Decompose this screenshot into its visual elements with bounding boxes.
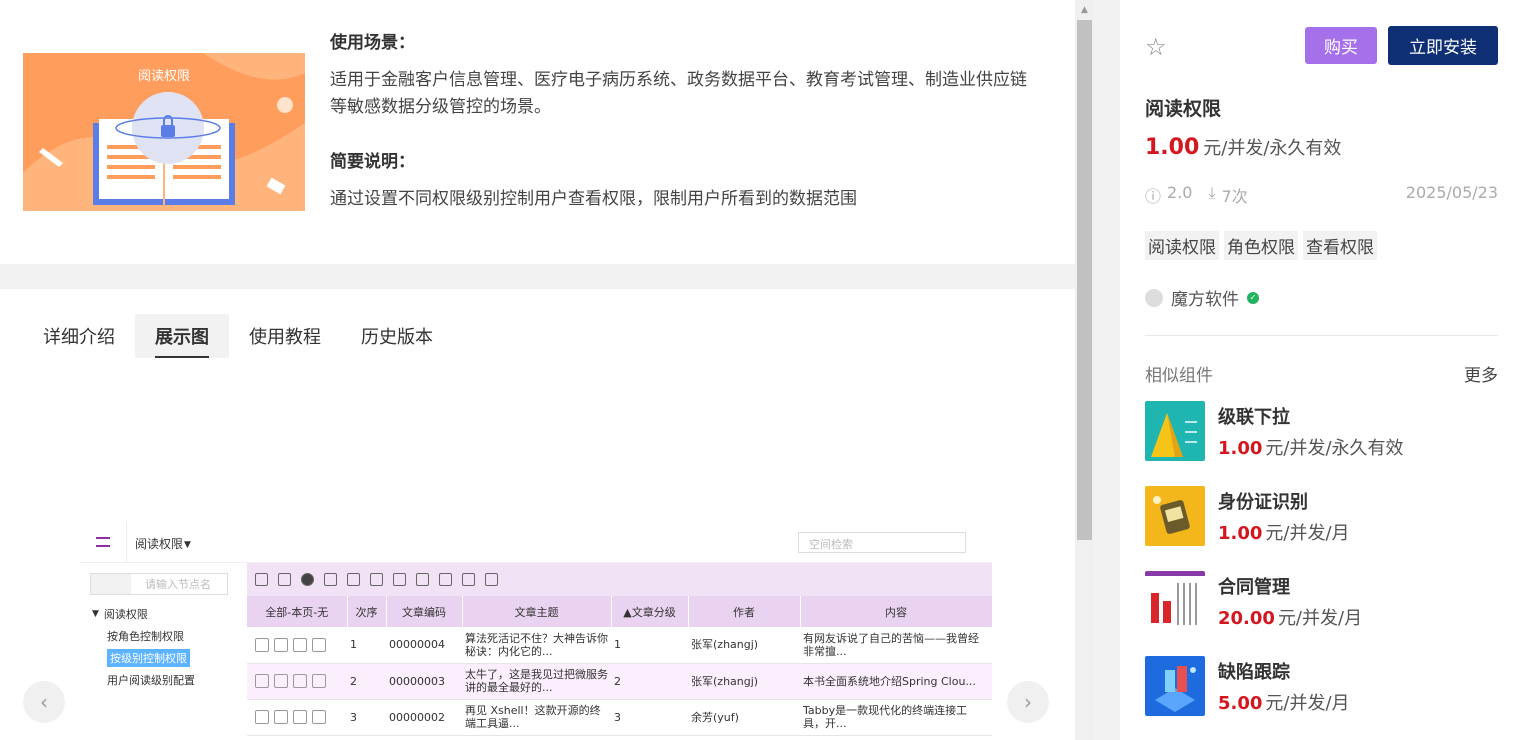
table-header: 全部-本页-无 次序 文章编码 文章主题 ▲文章分级 作者 内容 (247, 596, 992, 627)
scenario-text-line2: 等敏感数据分级管控的场景。 (330, 97, 551, 117)
prev-image-button[interactable]: ‹ (23, 681, 65, 723)
tag[interactable]: 角色权限 (1224, 231, 1298, 260)
version-info-icon: ⓘ (1145, 187, 1162, 206)
table-row: 1 00000004 算法死活记不住？大神告诉你秘诀：内化它的... 1 张军(zha… (247, 627, 992, 664)
similar-price: 1.00 元/并发/月 (1218, 523, 1350, 544)
tag[interactable]: 阅读权限 (1145, 231, 1219, 260)
similar-thumbnail (1145, 401, 1205, 461)
preview-menu-title: 阅读权限 (135, 537, 184, 551)
preview-topbar: 阅读权限 ▼ 空间检索 (80, 521, 992, 563)
divider (1145, 335, 1498, 336)
refresh-icon (255, 573, 268, 586)
publish-date: 2025/05/23 (1405, 183, 1498, 202)
tab-screenshots[interactable]: 展示图 (135, 314, 229, 358)
main-content: 阅读权限 使用场景： 适用于金融客户信息管理、医疗电子病历系统、政务数据平台、教… (0, 0, 1075, 740)
export-icon (439, 573, 452, 586)
similar-heading: 相似组件 (1145, 366, 1213, 386)
scrollbar[interactable]: ▲ (1075, 0, 1094, 740)
similar-header: 相似组件 更多 (1145, 361, 1498, 386)
similar-name: 级联下拉 (1218, 407, 1290, 428)
caret-down-icon: ▼ (184, 540, 191, 550)
similar-thumbnail (1145, 486, 1205, 546)
product-sidebar: ☆ 购买 立即安装 阅读权限 1.00 元/并发/永久有效 ⓘ 2.0 ⤓ 7次 … (1120, 0, 1523, 740)
tab-history[interactable]: 历史版本 (341, 314, 453, 358)
scenario-text-line1: 适用于金融客户信息管理、医疗电子病历系统、政务数据平台、教育考试管理、制造业供应… (330, 70, 1027, 90)
add-icon (301, 573, 314, 586)
favorite-star-icon[interactable]: ☆ (1145, 33, 1167, 61)
buy-button[interactable]: 购买 (1305, 27, 1377, 64)
preview-tree-panel: 请输入节点名 ▼ 阅读权限 按角色控制权限 按级别控制权限 用户阅读级别配置 (80, 563, 240, 740)
install-button[interactable]: 立即安装 (1388, 26, 1498, 65)
product-price: 1.00 元/并发/永久有效 (1145, 134, 1341, 160)
price-value: 1.00 (1145, 135, 1200, 160)
scroll-thumb[interactable] (1077, 20, 1092, 540)
similar-item[interactable]: 级联下拉 1.00 元/并发/永久有效 (1145, 401, 1498, 461)
similar-thumbnail (1145, 571, 1205, 631)
similar-price: 20.00 元/并发/月 (1218, 608, 1363, 629)
similar-item[interactable]: 缺陷跟踪 5.00 元/并发/月 (1145, 656, 1498, 716)
similar-name: 合同管理 (1218, 577, 1290, 598)
tree-search-placeholder: 请输入节点名 (145, 578, 211, 591)
preview-search-field: 空间检索 (798, 532, 966, 553)
download-icon: ⤓ (1208, 183, 1216, 202)
tree-node-config: 用户阅读级别配置 (107, 674, 195, 687)
doc-icon (324, 573, 337, 586)
author-name: 魔方软件 (1171, 290, 1239, 310)
tree-node-level: 按级别控制权限 (92, 647, 240, 669)
column-divider (1094, 0, 1120, 740)
version: 2.0 (1167, 183, 1193, 202)
brief-text: 通过设置不同权限级别控制用户查看权限，限制用户所看到的数据范围 (330, 189, 857, 209)
author[interactable]: 魔方软件 ✓ (1145, 285, 1259, 310)
cover-caption: 阅读权限 (138, 69, 191, 84)
chart-icon (416, 573, 429, 586)
tree-search: 请输入节点名 (90, 573, 228, 595)
download-count: 7次 (1221, 187, 1248, 206)
tree-node-root: ▼ 阅读权限 (92, 608, 148, 621)
section-divider (0, 264, 1075, 289)
preview-table-panel: 全部-本页-无 次序 文章编码 文章主题 ▲文章分级 作者 内容 1 00000004 算法… (247, 563, 992, 740)
similar-name: 缺陷跟踪 (1218, 662, 1290, 683)
detail-tabs: 详细介绍 展示图 使用教程 历史版本 (23, 314, 453, 358)
description: 使用场景： 适用于金融客户信息管理、医疗电子病历系统、政务数据平台、教育考试管理… (330, 28, 1060, 213)
chevron-right-icon: › (1024, 690, 1032, 714)
menu-icon (96, 537, 110, 547)
table-row: 3 00000002 再见 Xshell！这款开源的终端工具逼... 3 余芳(yuf… (247, 699, 992, 736)
fullscreen-icon (485, 573, 498, 586)
component-cover-image: 阅读权限 (23, 53, 305, 211)
preview-data-table: 全部-本页-无 次序 文章编码 文章主题 ▲文章分级 作者 内容 1 00000004 算法… (247, 596, 992, 736)
scroll-up-arrow-icon[interactable]: ▲ (1075, 0, 1094, 19)
product-meta: ⓘ 2.0 ⤓ 7次 2025/05/23 (1145, 183, 1498, 207)
more-link[interactable]: 更多 (1464, 361, 1498, 386)
price-unit: 元/并发/永久有效 (1203, 138, 1342, 159)
similar-name: 身份证识别 (1218, 492, 1308, 513)
brief-heading: 简要说明： (330, 152, 415, 172)
preview-screenshot: 阅读权限 ▼ 空间检索 请输入节点名 ▼ 阅读权限 按角色控制权限 按级别控制权限… (80, 521, 992, 740)
tag-list: 阅读权限 角色权限 查看权限 (1145, 231, 1377, 260)
import-icon (462, 573, 475, 586)
preview-toolbar (247, 563, 992, 596)
tab-details[interactable]: 详细介绍 (23, 314, 135, 358)
avatar (1145, 288, 1163, 307)
similar-item[interactable]: 身份证识别 1.00 元/并发/月 (1145, 486, 1498, 546)
chevron-left-icon: ‹ (40, 690, 48, 714)
tree-node-role: 按角色控制权限 (107, 630, 184, 643)
similar-item[interactable]: 合同管理 20.00 元/并发/月 (1145, 571, 1498, 631)
tag[interactable]: 查看权限 (1303, 231, 1377, 260)
next-image-button[interactable]: › (1007, 681, 1049, 723)
table-row: 2 00000003 太牛了，这是我见过把微服务讲的最全最好的... 2 张军(zha… (247, 663, 992, 700)
preview-search-placeholder: 空间检索 (809, 538, 853, 551)
scenario-heading: 使用场景： (330, 33, 415, 53)
similar-price: 1.00 元/并发/永久有效 (1218, 438, 1404, 459)
similar-price: 5.00 元/并发/月 (1218, 693, 1350, 714)
tab-tutorial[interactable]: 使用教程 (229, 314, 341, 358)
product-title: 阅读权限 (1145, 98, 1222, 120)
page: 阅读权限 使用场景： 适用于金融客户信息管理、医疗电子病历系统、政务数据平台、教… (0, 0, 1523, 740)
print-icon (393, 573, 406, 586)
copy-icon (278, 573, 291, 586)
similar-thumbnail (1145, 656, 1205, 716)
print-icon (370, 573, 383, 586)
verified-badge-icon: ✓ (1247, 291, 1259, 304)
doc-icon (347, 573, 360, 586)
